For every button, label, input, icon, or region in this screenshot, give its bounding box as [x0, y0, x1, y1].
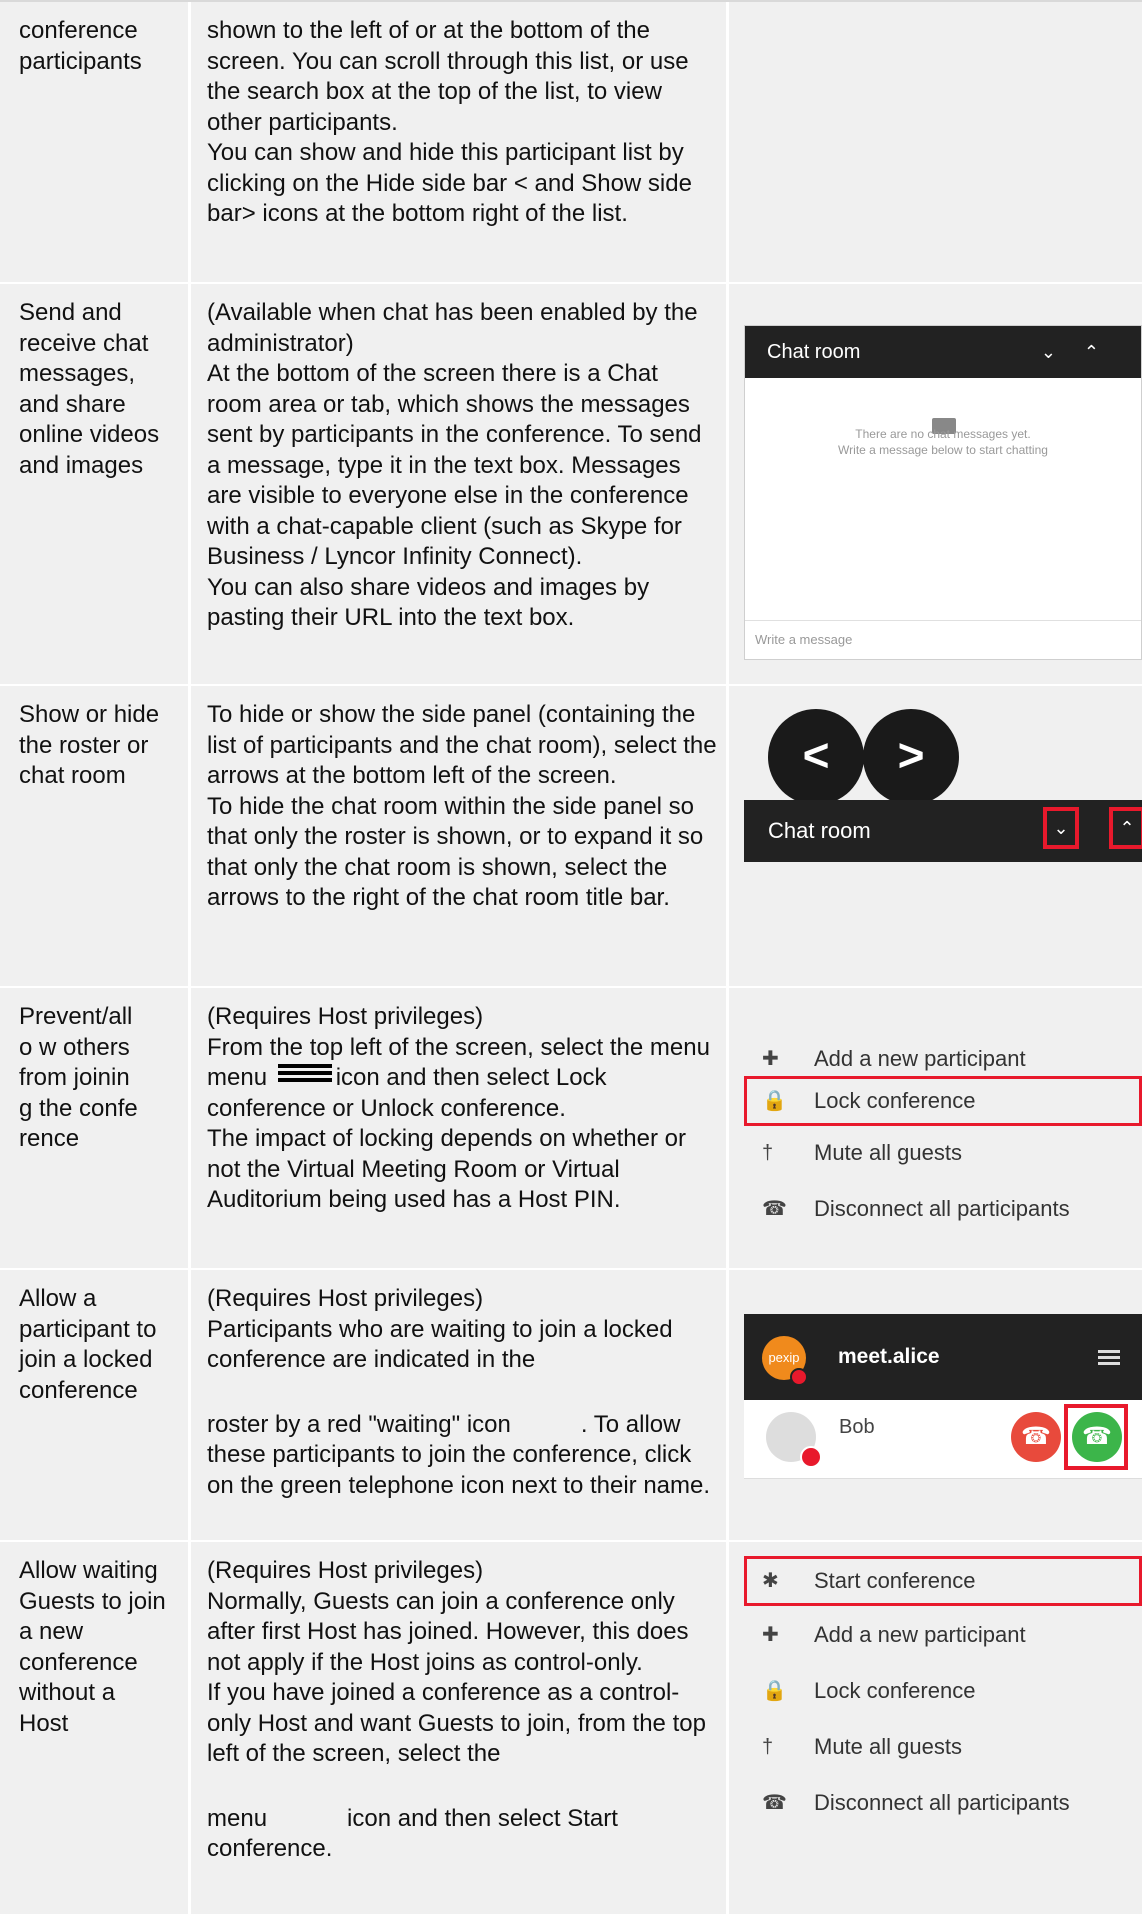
description-paragraph: You can also share videos and images by …: [207, 573, 650, 632]
column-divider: [188, 284, 191, 684]
lock-icon: 🔒: [762, 1680, 787, 1702]
description-text: menu: [207, 1804, 268, 1832]
expand-chat-icon[interactable]: ⌃: [1109, 807, 1142, 849]
mic-off-icon: †: [762, 1736, 774, 1758]
conference-name: meet.alice: [838, 1345, 940, 1368]
waiting-icon: [800, 1446, 822, 1468]
screenshot-cell: pexip meet.alice Bob ☎ ☎: [729, 1270, 1142, 1540]
screenshot-cell: Chat room ⌄⌃ There are no chat messages …: [729, 284, 1142, 684]
menu-item-lock-conference[interactable]: 🔒 Lock conference: [744, 1076, 1142, 1126]
table-row-participants: conference participants shown to the lef…: [0, 2, 1142, 284]
feature-cell: conference participants: [19, 17, 142, 75]
reject-call-icon[interactable]: ☎: [1011, 1412, 1061, 1462]
chat-empty-line: Write a message below to start chatting: [838, 443, 1048, 457]
feature-cell: Allow waiting Guests to join a new confe…: [19, 1557, 166, 1737]
chat-empty-message: There are no chat messages yet. Write a …: [745, 426, 1141, 458]
table-row-start-conference: Allow waiting Guests to join a new confe…: [0, 1542, 1142, 1914]
menu-item-disconnect-all[interactable]: ☎ Disconnect all participants: [744, 1778, 1142, 1828]
accept-call-icon[interactable]: ☎: [1072, 1412, 1122, 1462]
menu-icon: [277, 1063, 332, 1082]
description-text: From the top left of the screen, select …: [207, 1033, 710, 1061]
screenshot-cell: < > Chat room ⌄ ⌃: [729, 686, 1142, 986]
menu-item-mute-guests[interactable]: † Mute all guests: [744, 1722, 1142, 1772]
hide-side-bar-icon[interactable]: <: [768, 709, 864, 805]
locked-indicator-icon: [790, 1368, 808, 1386]
column-divider: [188, 1270, 191, 1540]
chat-room-panel: Chat room ⌄⌃ There are no chat messages …: [744, 325, 1142, 660]
description-paragraph: You can show and hide this participant l…: [207, 139, 692, 227]
description-paragraph: From the top left of the screen, select …: [207, 1033, 717, 1064]
column-divider: [188, 686, 191, 986]
description-paragraph: (Available when chat has been enabled by…: [207, 299, 698, 357]
chat-room-title-bar: Chat room ⌄⌃: [745, 326, 1141, 378]
description-paragraph: To hide or show the side panel (containi…: [207, 701, 717, 789]
menu-item-start-conference[interactable]: ✱ Start conference: [744, 1556, 1142, 1606]
table-row-waiting: Allow a participant to join a locked con…: [0, 1270, 1142, 1542]
table-row-toggle-panel: Show or hide the roster or chat room To …: [0, 686, 1142, 988]
mic-off-icon: †: [762, 1142, 774, 1164]
accept-highlight: ☎: [1064, 1404, 1128, 1470]
table-row-lock: Prevent/allo w others from joining the c…: [0, 988, 1142, 1270]
description-cell: shown to the left of or at the bottom of…: [207, 2, 717, 230]
description-paragraph: (Requires Host privileges): [207, 1003, 484, 1030]
chat-room-title-bar: Chat room: [744, 800, 1142, 862]
column-divider: [188, 2, 191, 282]
description-cell: (Requires Host privileges) From the top …: [207, 988, 717, 1216]
description-paragraph: menu icon and then select Start conferenc…: [207, 1804, 717, 1865]
menu-item-mute-guests[interactable]: † Mute all guests: [744, 1128, 1142, 1178]
description-paragraph: Normally, Guests can join a conference o…: [207, 1587, 689, 1676]
description-paragraph: Participants who are waiting to join a l…: [207, 1315, 673, 1374]
hang-up-icon: ☎: [762, 1792, 787, 1814]
feature-cell: Allow a participant to join a locked con…: [19, 1285, 157, 1404]
description-paragraph: At the bottom of the screen there is a C…: [207, 360, 702, 570]
menu-item-add-participant[interactable]: ✚ Add a new participant: [744, 1610, 1142, 1660]
column-divider: [188, 988, 191, 1268]
add-person-icon: ✚: [762, 1624, 779, 1646]
description-paragraph: To hide the chat room within the side pa…: [207, 792, 704, 912]
feature-cell: Prevent/allo w others from joining the c…: [19, 1003, 138, 1152]
chat-room-title: Chat room: [768, 818, 871, 843]
description-cell: (Requires Host privileges) Participants …: [207, 1270, 717, 1501]
expand-collapse-icons[interactable]: ⌄⌃: [1041, 326, 1127, 378]
show-side-bar-icon[interactable]: >: [863, 709, 959, 805]
description-cell: To hide or show the side panel (containi…: [207, 686, 717, 914]
menu-item-disconnect-all[interactable]: ☎ Disconnect all participants: [744, 1184, 1142, 1234]
chat-room-title: Chat room: [767, 341, 861, 363]
description-cell: (Available when chat has been enabled by…: [207, 284, 717, 634]
description-paragraph: (Requires Host privileges): [207, 1557, 484, 1584]
description-paragraph: shown to the left of or at the bottom of…: [207, 17, 689, 136]
description-paragraph: (Requires Host privileges): [207, 1285, 484, 1312]
table-row-chat: Send and receive chat messages, and shar…: [0, 284, 1142, 686]
roster-row-waiting: Bob ☎ ☎: [744, 1400, 1142, 1479]
description-text: roster by a red "waiting" icon: [207, 1410, 511, 1438]
collapse-chat-icon[interactable]: ⌄: [1043, 807, 1079, 849]
description-paragraph: roster by a red "waiting" icon. To allow…: [207, 1410, 717, 1502]
description-cell: (Requires Host privileges) Normally, Gue…: [207, 1542, 717, 1865]
description-text: icon and then select Start conference.: [207, 1804, 618, 1863]
feature-cell: Send and receive chat messages, and shar…: [19, 299, 160, 479]
description-paragraph: menu icon and then select Lock conferenc…: [207, 1063, 717, 1124]
screenshot-cell: ✚ Add a new participant 🔒 Lock conference …: [729, 988, 1142, 1268]
menu-item-lock-conference[interactable]: 🔒 Lock conference: [744, 1666, 1142, 1716]
menu-word: menu: [207, 1064, 274, 1091]
conference-header: pexip meet.alice: [744, 1314, 1142, 1400]
description-paragraph: The impact of locking depends on whether…: [207, 1125, 686, 1213]
chat-message-input[interactable]: Write a message: [745, 620, 1141, 659]
people-icon: ✱: [762, 1570, 779, 1592]
column-divider: [188, 1542, 191, 1914]
menu-icon[interactable]: [1098, 1350, 1120, 1353]
hang-up-icon: ☎: [762, 1198, 787, 1220]
screenshot-cell: [729, 2, 1142, 282]
lock-icon: 🔒: [762, 1090, 787, 1112]
participant-name: Bob: [839, 1416, 875, 1438]
description-paragraph: If you have joined a conference as a con…: [207, 1679, 706, 1767]
chat-empty-line: There are no chat messages yet.: [855, 427, 1031, 441]
feature-cell: Show or hide the roster or chat room: [19, 701, 160, 789]
screenshot-cell: ✱ Start conference ✚ Add a new participant…: [729, 1542, 1142, 1914]
